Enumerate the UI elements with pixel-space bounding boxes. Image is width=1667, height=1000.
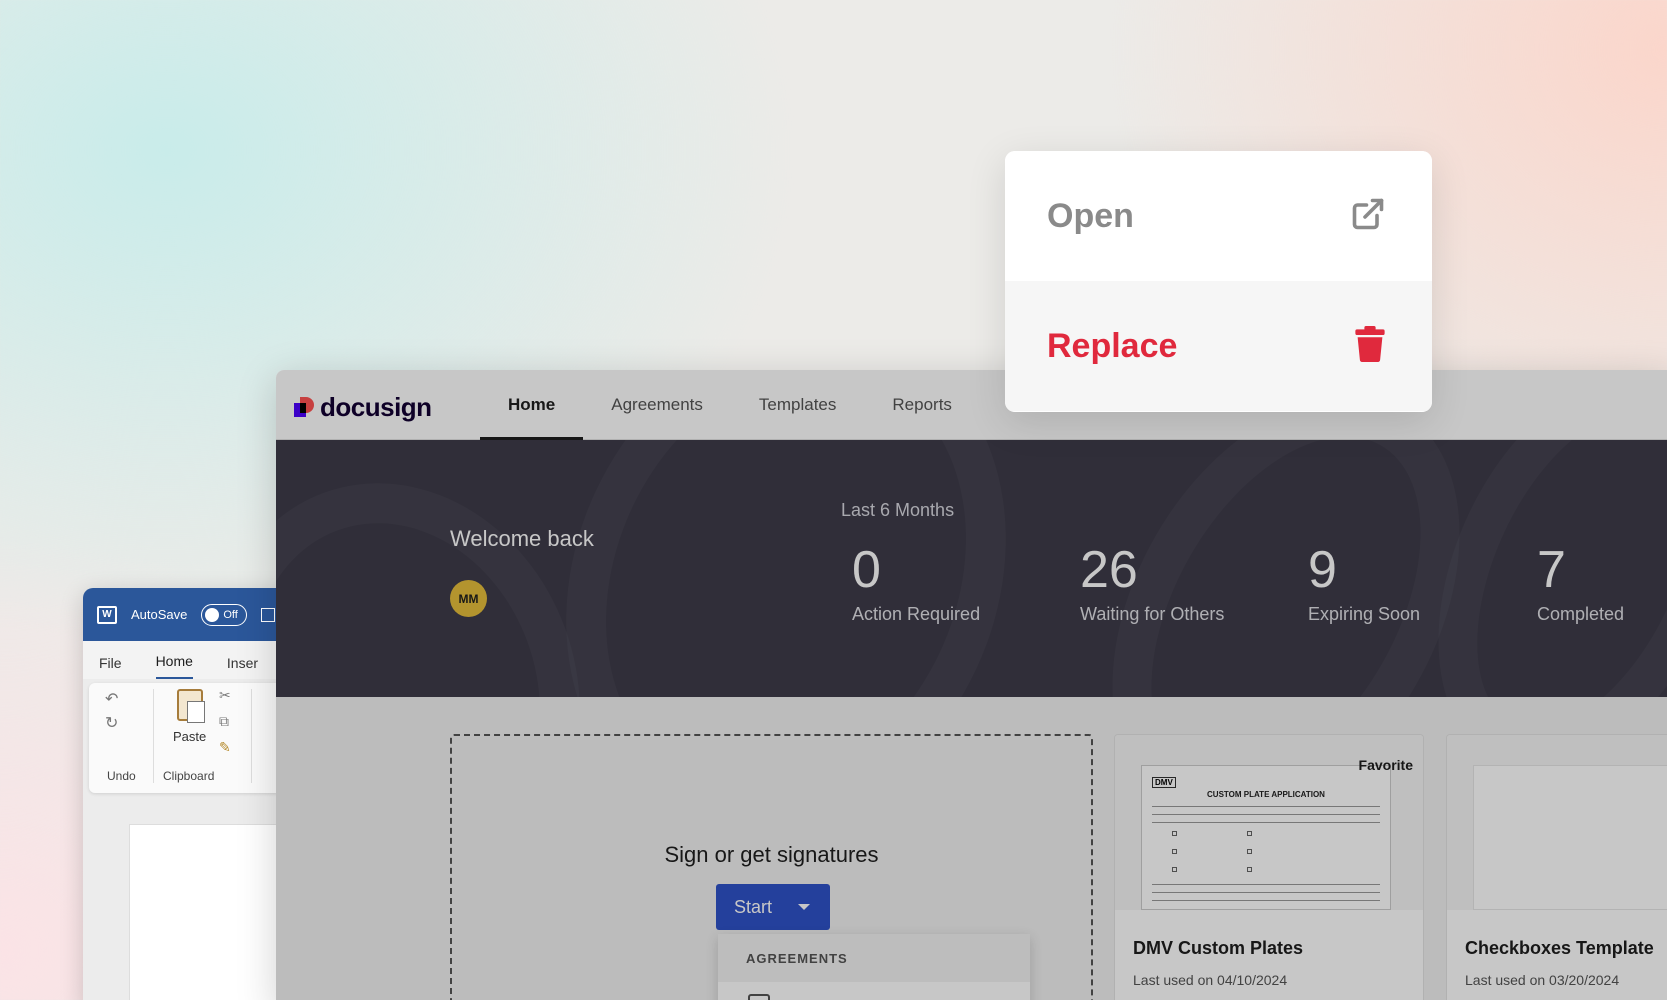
cut-icon[interactable]: ✂ bbox=[219, 687, 231, 704]
nav-home[interactable]: Home bbox=[480, 370, 584, 440]
word-window: W AutoSave Off File Home Inser ↶ ↻ Paste… bbox=[83, 588, 303, 1000]
menu-item-open[interactable]: Open bbox=[1005, 151, 1432, 281]
nav-templates[interactable]: Templates bbox=[731, 370, 864, 440]
autosave-label: AutoSave bbox=[131, 607, 188, 622]
stats-period: Last 6 Months bbox=[841, 500, 955, 520]
stat-value: 26 bbox=[1080, 541, 1138, 599]
stat-action-required[interactable]: 0 Action Required bbox=[852, 540, 980, 625]
replace-label: Replace bbox=[1047, 326, 1178, 365]
stat-value: 7 bbox=[1537, 541, 1566, 599]
trash-icon bbox=[1354, 325, 1386, 367]
template-card[interactable]: DMV CUSTOM PLATE APPLICATION Favorite DM… bbox=[1114, 734, 1424, 1000]
template-name: Checkboxes Template bbox=[1465, 938, 1654, 958]
undo-group-label: Undo bbox=[107, 769, 136, 783]
group-divider bbox=[251, 689, 252, 783]
template-last-used: Last used on 04/10/2024 bbox=[1133, 972, 1288, 988]
external-link-icon bbox=[1350, 196, 1386, 237]
nav-reports[interactable]: Reports bbox=[864, 370, 980, 440]
template-last-used: Last used on 03/20/2024 bbox=[1465, 972, 1620, 988]
stat-expiring-soon[interactable]: 9 Expiring Soon bbox=[1308, 540, 1420, 625]
tab-insert[interactable]: Inser bbox=[227, 655, 258, 679]
word-titlebar: W AutoSave Off bbox=[83, 588, 303, 641]
word-app-icon: W bbox=[97, 605, 117, 624]
sign-dropzone[interactable]: Sign or get signatures Start AGREEMENTS bbox=[450, 734, 1093, 1000]
docusign-logo-mark bbox=[294, 396, 316, 419]
stat-value: 9 bbox=[1308, 541, 1337, 599]
format-painter-icon[interactable]: ✎ bbox=[219, 739, 231, 756]
nav-agreements[interactable]: Agreements bbox=[583, 370, 731, 440]
open-label: Open bbox=[1047, 196, 1134, 235]
stat-completed[interactable]: 7 Completed bbox=[1537, 540, 1624, 625]
docusign-logo[interactable]: docusign bbox=[294, 392, 432, 423]
docusign-logo-text: docusign bbox=[320, 392, 432, 422]
copy-icon[interactable]: ⧉ bbox=[219, 713, 229, 730]
document-preview: DMV CUSTOM PLATE APPLICATION bbox=[1141, 765, 1391, 910]
favorite-badge: Favorite bbox=[1358, 757, 1413, 773]
envelope-icon[interactable] bbox=[748, 994, 770, 1000]
dropzone-title: Sign or get signatures bbox=[664, 842, 879, 867]
save-icon[interactable] bbox=[261, 607, 276, 622]
tab-file[interactable]: File bbox=[99, 655, 122, 679]
template-thumbnail: DMV CUSTOM PLATE APPLICATION Favorite bbox=[1115, 735, 1423, 910]
avatar[interactable]: MM bbox=[450, 580, 487, 617]
stat-waiting-for-others[interactable]: 26 Waiting for Others bbox=[1080, 540, 1224, 625]
word-document-page[interactable] bbox=[129, 824, 299, 1000]
stat-label: Waiting for Others bbox=[1080, 604, 1225, 624]
toggle-knob bbox=[205, 607, 220, 622]
document-preview bbox=[1473, 765, 1667, 910]
group-divider bbox=[153, 689, 154, 783]
stat-value: 0 bbox=[852, 541, 881, 599]
stat-label: Completed bbox=[1537, 604, 1625, 624]
menu-item-replace[interactable]: Replace bbox=[1005, 281, 1432, 411]
document-heading: CUSTOM PLATE APPLICATION bbox=[1207, 790, 1325, 799]
autosave-toggle[interactable]: Off bbox=[201, 603, 248, 626]
template-name: DMV Custom Plates bbox=[1133, 938, 1304, 958]
paste-label[interactable]: Paste bbox=[173, 729, 206, 744]
menu-section-header: AGREEMENTS bbox=[718, 934, 1030, 982]
template-thumbnail bbox=[1447, 735, 1667, 910]
docusign-window: docusign Home Agreements Templates Repor… bbox=[276, 370, 1667, 1000]
start-dropdown-menu: AGREEMENTS bbox=[718, 934, 1030, 1000]
paste-icon[interactable] bbox=[177, 689, 205, 723]
template-card[interactable]: Checkboxes Template Last used on 03/20/2… bbox=[1446, 734, 1667, 1000]
undo-icon[interactable]: ↶ bbox=[105, 689, 118, 709]
stat-label: Expiring Soon bbox=[1308, 604, 1421, 624]
redo-icon[interactable]: ↻ bbox=[105, 713, 118, 733]
autosave-state: Off bbox=[223, 608, 238, 621]
chevron-down-icon bbox=[798, 904, 811, 910]
start-button-label: Start bbox=[734, 896, 773, 917]
banner-decoration bbox=[486, 440, 1086, 697]
dmv-logo: DMV bbox=[1152, 777, 1176, 788]
docusign-nav: Home Agreements Templates Reports bbox=[480, 370, 980, 440]
welcome-heading: Welcome back bbox=[450, 526, 594, 551]
docusign-header: docusign Home Agreements Templates Repor… bbox=[276, 370, 1667, 440]
stat-label: Action Required bbox=[852, 604, 981, 624]
file-context-menu: Open Replace bbox=[1005, 151, 1432, 412]
word-ribbon: ↶ ↻ Paste ✂ ⧉ ✎ Undo Clipboard bbox=[89, 683, 297, 793]
start-button[interactable]: Start bbox=[716, 884, 830, 930]
tab-home[interactable]: Home bbox=[155, 653, 193, 679]
welcome-banner: Welcome back MM Last 6 Months 0 Action R… bbox=[276, 440, 1667, 697]
clipboard-group-label: Clipboard bbox=[163, 769, 215, 783]
word-ribbon-tabs: File Home Inser bbox=[83, 641, 303, 679]
